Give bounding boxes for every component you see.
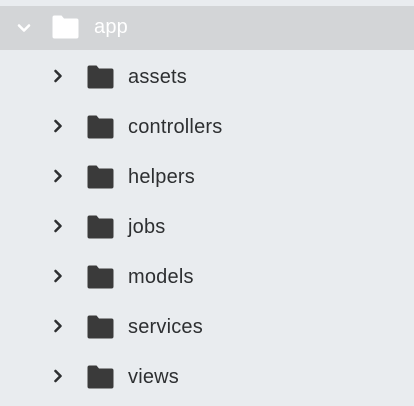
tree-row-assets[interactable]: assets: [0, 55, 414, 99]
tree-label: services: [128, 316, 203, 338]
tree-row-controllers[interactable]: controllers: [0, 105, 414, 149]
chevron-right-icon[interactable]: [50, 268, 66, 284]
folder-icon: [86, 364, 115, 390]
tree-row-helpers[interactable]: helpers: [0, 155, 414, 199]
tree-label: controllers: [128, 116, 223, 138]
folder-icon: [51, 14, 80, 40]
chevron-right-icon[interactable]: [50, 218, 66, 234]
tree-row-views[interactable]: views: [0, 355, 414, 399]
tree-label: models: [128, 266, 194, 288]
tree-label-app: app: [94, 16, 128, 38]
chevron-right-icon[interactable]: [50, 368, 66, 384]
tree-row-models[interactable]: models: [0, 255, 414, 299]
tree-row-app[interactable]: app: [0, 6, 414, 50]
tree-label: views: [128, 366, 180, 388]
tree-row-jobs[interactable]: jobs: [0, 205, 414, 249]
folder-icon: [86, 164, 115, 190]
file-tree: app assets controllers helpers jobs mode…: [0, 0, 414, 406]
folder-icon: [86, 314, 115, 340]
tree-label: helpers: [128, 166, 195, 188]
chevron-down-icon[interactable]: [16, 20, 32, 36]
folder-icon: [86, 64, 115, 90]
tree-label: jobs: [128, 216, 166, 238]
tree-label: assets: [128, 66, 188, 88]
folder-icon: [86, 264, 115, 290]
chevron-right-icon[interactable]: [50, 318, 66, 334]
chevron-right-icon[interactable]: [50, 118, 66, 134]
tree-row-services[interactable]: services: [0, 305, 414, 349]
chevron-right-icon[interactable]: [50, 168, 66, 184]
folder-icon: [86, 114, 115, 140]
folder-icon: [86, 214, 115, 240]
chevron-right-icon[interactable]: [50, 68, 66, 84]
